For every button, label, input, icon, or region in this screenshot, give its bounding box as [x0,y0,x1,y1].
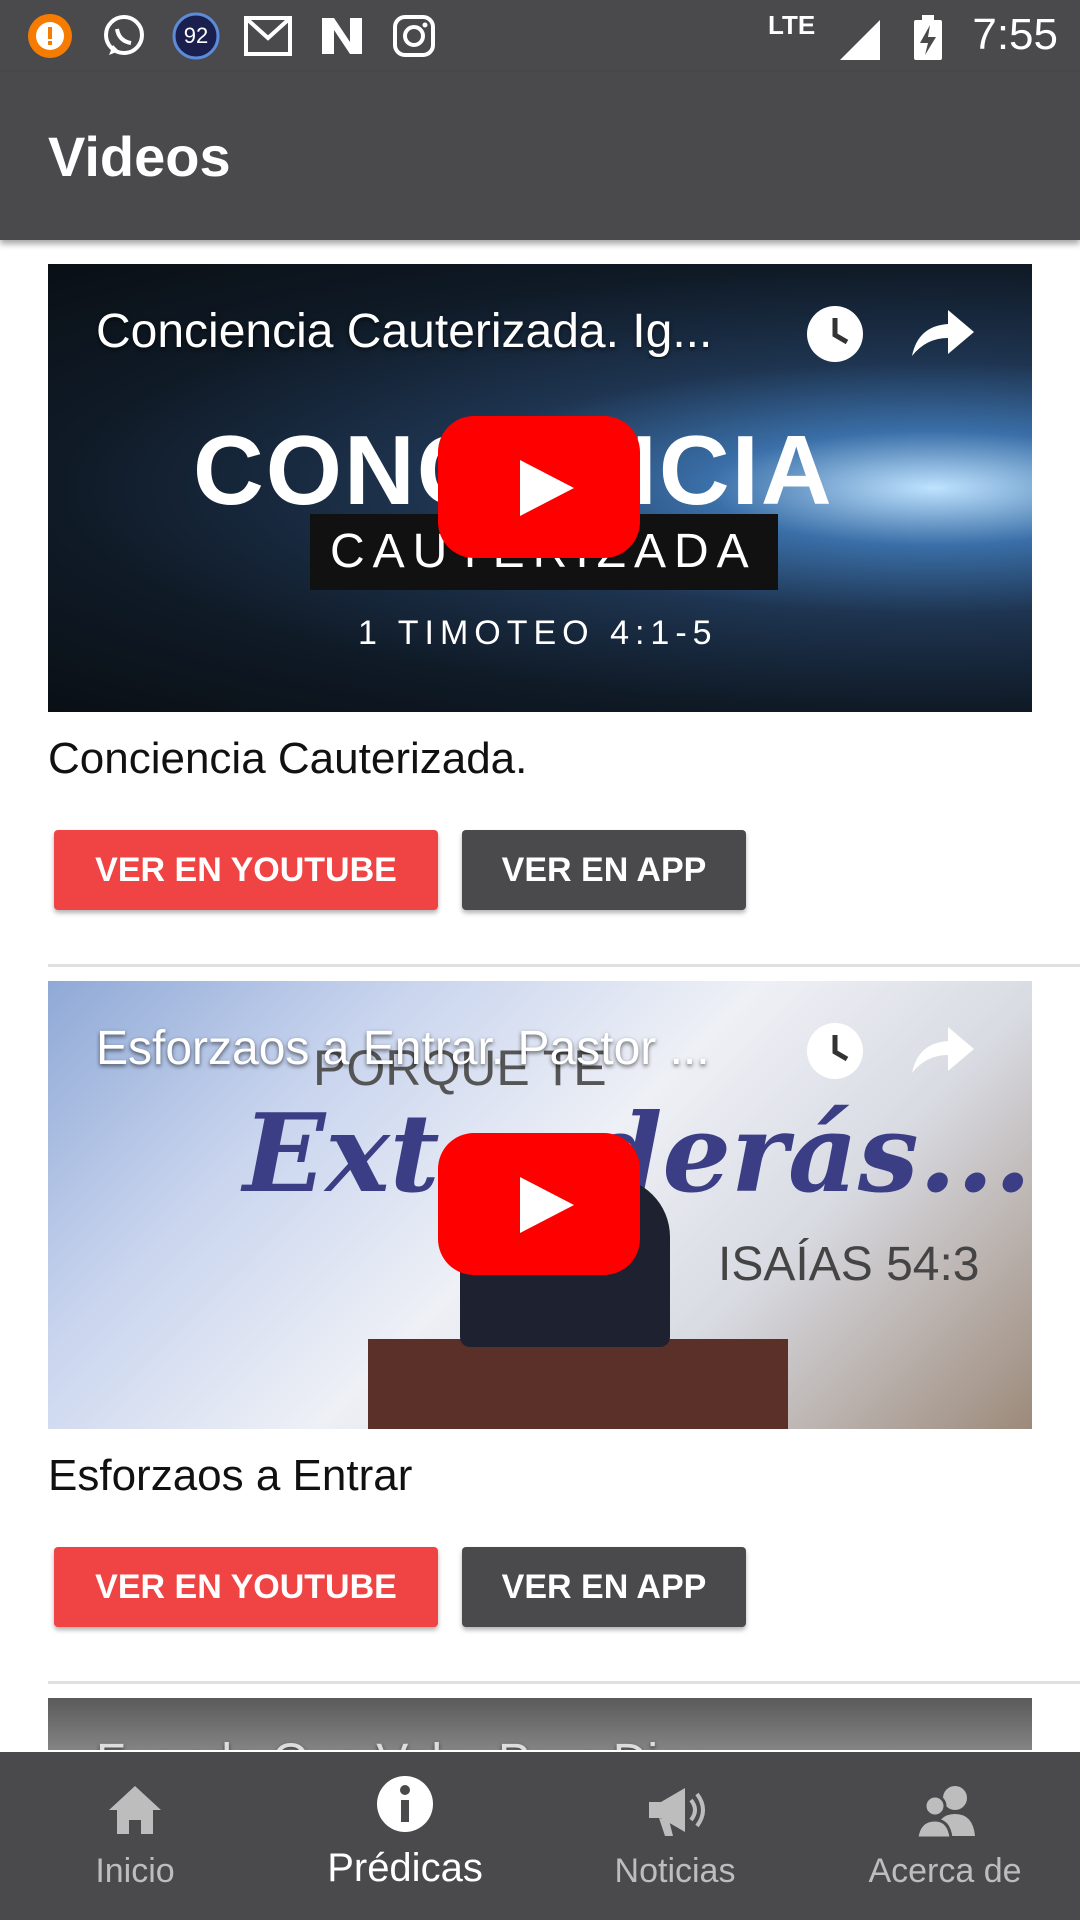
nav-label: Acerca de [868,1852,1022,1890]
nav-label: Noticias [614,1852,736,1890]
app-bar: Videos [0,72,1080,240]
pulpit [368,1339,788,1429]
megaphone-icon [645,1780,705,1840]
video-overlay-title: Esforzaos a Entrar. Pastor ... [96,1022,710,1075]
video-card: CONCIENCIA CAUTERIZADA 1 TIMOTEO 4:1-5 C… [0,264,1080,984]
gmail-icon [244,12,292,60]
play-button[interactable] [438,416,640,558]
signal-icon [836,16,884,64]
share-icon[interactable] [908,1021,978,1081]
nav-item-noticias[interactable]: Noticias [540,1752,810,1920]
video-overlay-title: Fuenda Que Valor Para Dios [96,1734,816,1750]
whatsapp-icon [100,12,148,60]
divider [48,1681,1080,1684]
bottom-navigation: Inicio Prédicas Noticias Acerca de [0,1752,1080,1920]
video-overlay-title: Conciencia Cauterizada. Ig... [96,305,713,358]
share-icon[interactable] [908,304,978,364]
page-title: Videos [48,125,231,188]
thumbnail-verse: ISAÍAS 54:3 [718,1238,980,1291]
battery-charging-icon [904,14,952,62]
battery-circle-icon: 92 [172,12,220,60]
play-button[interactable] [438,1133,640,1275]
n-app-icon [318,12,366,60]
video-thumbnail[interactable]: PORQUE TE Extenderás... ISAÍAS 54:3 Esfo… [48,981,1032,1429]
video-list[interactable]: CONCIENCIA CAUTERIZADA 1 TIMOTEO 4:1-5 C… [0,240,1080,1750]
watch-in-app-button[interactable]: VER EN APP [462,830,746,910]
nav-item-inicio[interactable]: Inicio [0,1752,270,1920]
nav-label: Inicio [95,1852,175,1890]
instagram-icon [390,12,438,60]
home-icon [105,1780,165,1840]
video-title: Conciencia Cauterizada. [48,734,528,783]
nav-item-acerca-de[interactable]: Acerca de [810,1752,1080,1920]
watch-later-icon[interactable] [803,302,867,366]
watch-on-youtube-button[interactable]: VER EN YOUTUBE [54,1547,438,1627]
alert-notification-icon [26,12,74,60]
thumbnail-verse: 1 TIMOTEO 4:1-5 [358,614,718,652]
divider [48,964,1080,967]
nav-label: Prédicas [327,1846,483,1890]
watch-later-icon[interactable] [803,1019,867,1083]
nav-item-predicas[interactable]: Prédicas [270,1752,540,1920]
network-type: LTE [768,10,816,40]
video-thumbnail[interactable]: CONCIENCIA CAUTERIZADA 1 TIMOTEO 4:1-5 C… [48,264,1032,712]
video-card: PORQUE TE Extenderás... ISAÍAS 54:3 Esfo… [0,981,1080,1701]
people-icon [915,1780,975,1840]
status-bar: 92 LTE 7:55 [0,0,1080,72]
video-thumbnail[interactable]: Fuenda Que Valor Para Dios [48,1698,1032,1750]
info-icon [375,1774,435,1834]
battery-circle-value: 92 [183,23,209,48]
clock-time: 7:55 [972,10,1058,59]
watch-in-app-button[interactable]: VER EN APP [462,1547,746,1627]
watch-on-youtube-button[interactable]: VER EN YOUTUBE [54,830,438,910]
video-title: Esforzaos a Entrar [48,1451,413,1500]
video-card: Fuenda Que Valor Para Dios [0,1698,1080,1750]
